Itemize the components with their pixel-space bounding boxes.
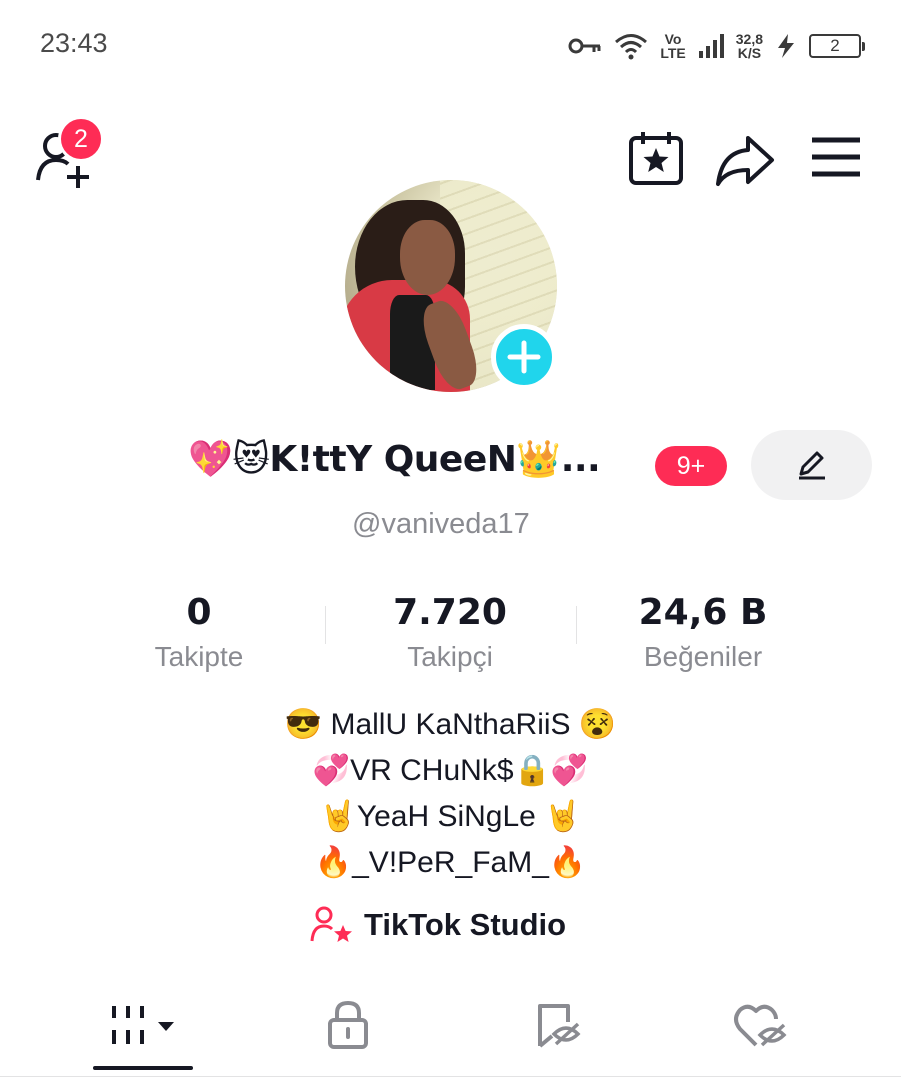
stat-label: Beğeniler bbox=[643, 641, 763, 672]
videos-grid-icon bbox=[112, 1006, 174, 1044]
share-icon bbox=[716, 136, 774, 186]
studio-user-star-icon bbox=[310, 906, 352, 942]
stat-likes[interactable]: 24,6 B Beğeniler bbox=[583, 592, 823, 673]
wifi-icon bbox=[615, 34, 648, 60]
private-lock-icon bbox=[328, 1000, 368, 1049]
active-tab-indicator bbox=[93, 1066, 193, 1070]
bio-line: 🤘YeaH SiNgLe 🤘 bbox=[319, 800, 582, 833]
stat-value: 7.720 bbox=[393, 592, 507, 633]
stat-divider bbox=[576, 606, 577, 644]
stat-divider bbox=[325, 606, 326, 644]
share-button[interactable] bbox=[714, 130, 776, 190]
tabs-divider bbox=[0, 1076, 901, 1077]
reposts-icon bbox=[538, 1004, 581, 1048]
notification-badge: 2 bbox=[58, 116, 104, 162]
battery-icon: 2 bbox=[809, 34, 865, 58]
stat-label: Takipte bbox=[154, 641, 244, 672]
volte-indicator: Vo LTE bbox=[660, 31, 686, 61]
stat-value: 0 bbox=[186, 592, 212, 633]
tab-reposts[interactable] bbox=[458, 980, 658, 1070]
tab-private[interactable] bbox=[248, 980, 448, 1070]
profile-tabs bbox=[0, 980, 901, 1080]
add-story-button[interactable] bbox=[491, 324, 557, 390]
display-name: 💖😻K!ttY QueeN👑... bbox=[188, 439, 601, 480]
menu-button[interactable] bbox=[810, 134, 862, 180]
bio-line: 😎 MallU KaNthaRiiS 😵 bbox=[284, 708, 617, 741]
name-row: 💖😻K!ttY QueeN👑... 9+ bbox=[0, 430, 901, 502]
tab-liked[interactable] bbox=[660, 980, 860, 1070]
bio-line: 🔥_V!PeR_FaM_🔥 bbox=[314, 846, 587, 879]
status-bar: 23:43 Vo LTE 32,8 K/S 2 bbox=[0, 0, 901, 92]
status-time: 23:43 bbox=[40, 28, 108, 58]
stat-value: 24,6 B bbox=[638, 592, 768, 633]
network-speed: 32,8 K/S bbox=[735, 31, 763, 61]
plus-icon bbox=[507, 340, 541, 374]
menu-icon bbox=[812, 137, 860, 177]
pencil-icon bbox=[798, 451, 825, 480]
avatar-container bbox=[345, 180, 557, 392]
signal-icon bbox=[698, 34, 724, 58]
bio: 😎 MallU KaNthaRiiS 😵 💞VR CHuNk$🔒💞 🤘YeaH … bbox=[0, 702, 901, 886]
stat-label: Takipçi bbox=[407, 641, 493, 672]
stat-followers[interactable]: 7.720 Takipçi bbox=[330, 592, 570, 673]
tab-videos[interactable] bbox=[46, 980, 246, 1070]
edit-profile-button[interactable] bbox=[751, 430, 872, 500]
studio-label: TikTok Studio bbox=[364, 907, 567, 942]
calendar-button[interactable] bbox=[626, 128, 686, 188]
status-icons: Vo LTE 32,8 K/S 2 bbox=[568, 28, 865, 64]
calendar-star-icon bbox=[629, 132, 683, 185]
stats-row: 0 Takipte 7.720 Takipçi 24,6 B Beğeniler bbox=[0, 592, 901, 682]
stat-following[interactable]: 0 Takipte bbox=[79, 592, 319, 673]
name-badge[interactable]: 9+ bbox=[655, 446, 727, 486]
bio-line: 💞VR CHuNk$🔒💞 bbox=[312, 754, 589, 787]
tiktok-studio-link[interactable]: TikTok Studio bbox=[310, 903, 566, 947]
liked-hidden-icon bbox=[734, 1004, 787, 1047]
key-icon bbox=[568, 38, 601, 54]
charging-icon bbox=[778, 34, 794, 58]
